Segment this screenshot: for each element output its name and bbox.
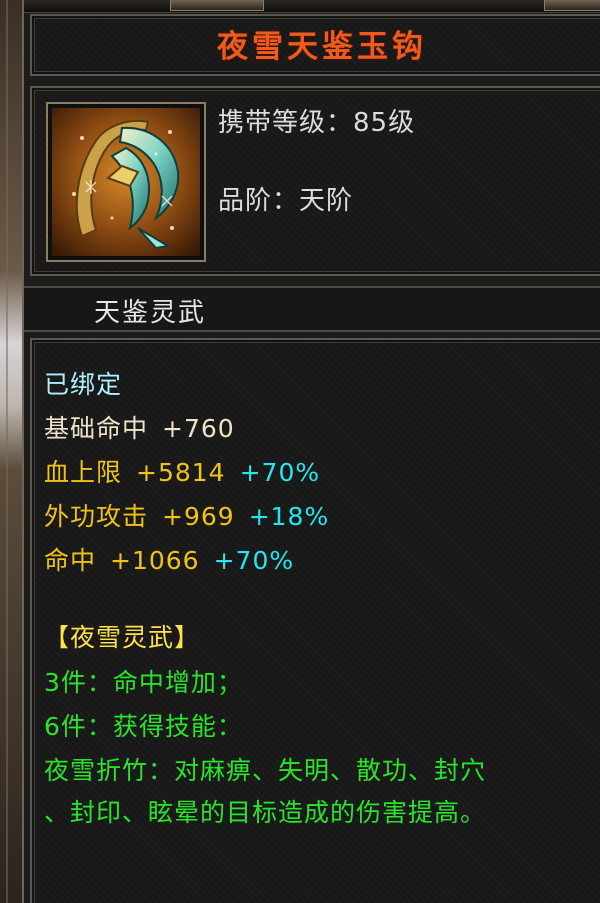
- tooltip-panel: 夜雪天鉴玉钩 携带等级：85级 品阶：天阶 天鉴灵武 已绑定 基础命中 +760…: [22, 0, 600, 903]
- set-bonus-line: 、封印、眩晕的目标造成的伤害提高。: [44, 798, 487, 827]
- set-bonus-line: 3件：命中增加；: [44, 668, 243, 697]
- required-level: 携带等级：85级: [218, 102, 415, 139]
- required-level-label: 携带等级：: [218, 108, 354, 138]
- set-name-bar: 天鉴灵武: [24, 286, 600, 332]
- grade-label: 品阶：: [218, 186, 300, 216]
- stat-row-outer-attack: 外功攻击 +969 +18%: [44, 502, 329, 532]
- stat-value: +969: [162, 502, 235, 531]
- stat-bonus: +18%: [248, 502, 330, 531]
- stat-bonus: +70%: [239, 458, 321, 487]
- stat-value: +760: [162, 414, 235, 443]
- set-bonus-line: 6件：获得技能：: [44, 712, 243, 741]
- item-icon-slot[interactable]: [46, 102, 206, 262]
- title-frame: 夜雪天鉴玉钩: [30, 14, 600, 76]
- set-bonus-title: 【夜雪灵武】: [44, 623, 201, 652]
- stat-label: 命中: [44, 546, 97, 575]
- stat-row-base-hit: 基础命中 +760: [44, 414, 235, 444]
- stat-label: 血上限: [44, 458, 123, 487]
- item-info-frame: 携带等级：85级 品阶：天阶: [30, 86, 600, 276]
- stats-frame: 已绑定 基础命中 +760 血上限 +5814 +70% 外功攻击 +969 +18% 命…: [30, 338, 600, 903]
- top-tab-decoration: [170, 0, 264, 11]
- tooltip-top-bar: [24, 0, 600, 13]
- set-bonus-line: 夜雪折竹：对麻痹、失明、散功、封穴: [44, 756, 487, 785]
- top-tab-decoration-right: [544, 0, 600, 11]
- stat-value: +1066: [110, 546, 200, 575]
- game-scene-edge: [0, 0, 22, 903]
- set-name: 天鉴灵武: [94, 298, 207, 328]
- stat-label: 外功攻击: [44, 502, 149, 531]
- item-tooltip: 夜雪天鉴玉钩 携带等级：85级 品阶：天阶 天鉴灵武 已绑定 基础命中 +760…: [0, 0, 600, 903]
- grade-value: 天阶: [299, 186, 354, 216]
- item-grade: 品阶：天阶: [218, 180, 353, 217]
- stat-row-hit: 命中 +1066 +70%: [44, 546, 294, 576]
- item-name: 夜雪天鉴玉钩: [217, 29, 427, 65]
- required-level-value: 85级: [353, 108, 416, 138]
- jade-hook-weapon-icon: [52, 108, 200, 256]
- stat-bonus: +70%: [213, 546, 295, 575]
- stat-row-max-hp: 血上限 +5814 +70%: [44, 458, 320, 488]
- stat-value: +5814: [136, 458, 226, 487]
- stat-label: 基础命中: [44, 414, 149, 443]
- bind-status: 已绑定: [44, 370, 123, 399]
